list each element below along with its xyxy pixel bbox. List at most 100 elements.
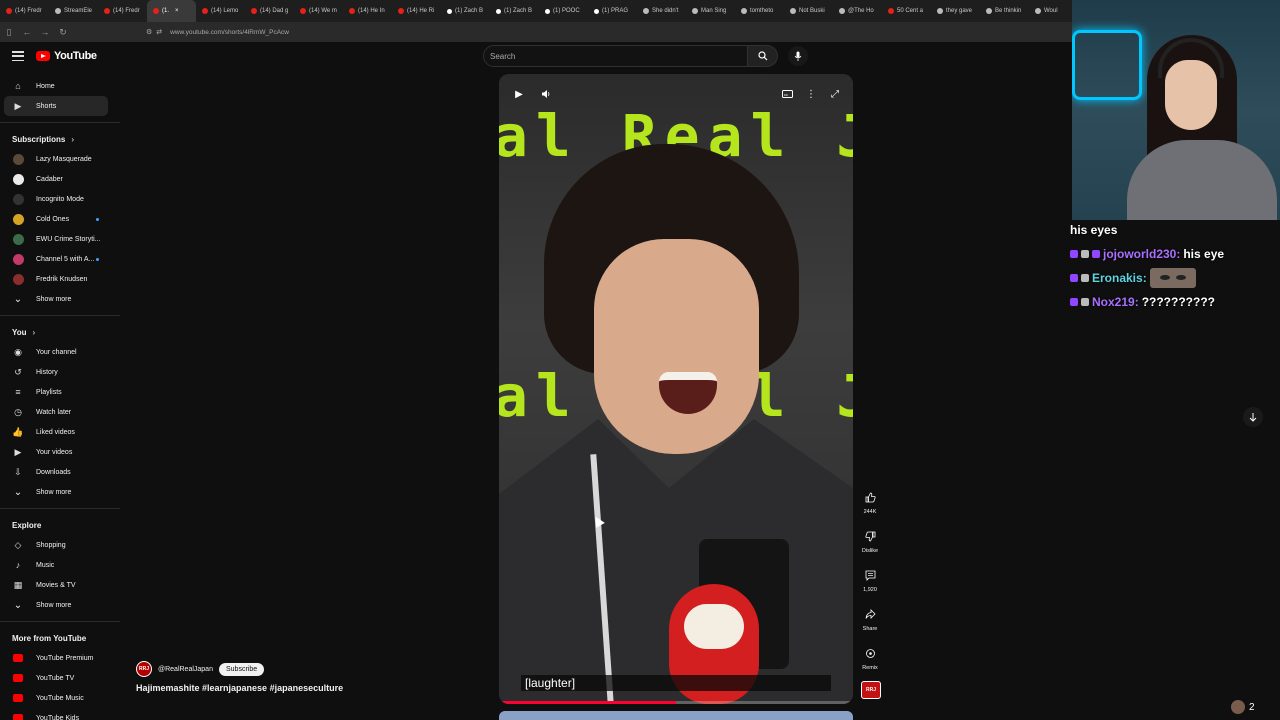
next-video-button[interactable] (1243, 407, 1263, 427)
forward-icon[interactable]: → (36, 27, 54, 37)
video-progress-bar[interactable] (499, 701, 853, 704)
sidebar-item[interactable]: Fredrik Knudsen (0, 269, 120, 289)
play-button[interactable]: ▶ (509, 84, 529, 104)
sidebar-item[interactable]: ◷ Watch later (0, 402, 120, 422)
tab-label: She didn't (652, 8, 679, 14)
browser-tab[interactable]: (14) Fredr (0, 0, 49, 22)
browser-tab[interactable]: (14) He Ri (392, 0, 441, 22)
browser-tab[interactable]: (1) POOC (539, 0, 588, 22)
next-short-preview[interactable] (499, 711, 853, 720)
browser-tab[interactable]: (14) Dad g (245, 0, 294, 22)
browser-tab[interactable]: (14) We m (294, 0, 343, 22)
channel-avatar[interactable]: RRJ (136, 661, 152, 677)
sidebar-item-label: Your videos (36, 448, 73, 456)
sidebar-item[interactable]: YouTube TV (0, 668, 120, 688)
sidebar-item[interactable]: 👍 Liked videos (0, 422, 120, 442)
sidebar-item[interactable]: Lazy Masquerade (0, 149, 120, 169)
sidebar-item[interactable]: Cadaber (0, 169, 120, 189)
sidebar-item[interactable]: ♪ Music (0, 555, 120, 575)
remix-button[interactable] (859, 644, 881, 662)
chat-username[interactable]: Nox219: (1092, 295, 1139, 309)
subscriptions-header[interactable]: Subscriptions › (0, 129, 120, 149)
show-more-button[interactable]: ⌄ Show more (0, 289, 120, 309)
youtube-app-icon (12, 712, 24, 720)
sidebar-item[interactable]: YouTube Music (0, 688, 120, 708)
back-icon[interactable]: ← (18, 27, 36, 37)
shorts-video-player[interactable]: al Real Jap al Real Jap ▶ cc ⋮ ⤢ [laught… (499, 74, 853, 704)
search-input[interactable]: Search (483, 45, 748, 67)
browser-tab[interactable]: (14) He In (343, 0, 392, 22)
fullscreen-button[interactable]: ⤢ (825, 84, 845, 104)
sidebar-item[interactable]: ▶ Your videos (0, 442, 120, 462)
tab-close-icon[interactable]: × (175, 8, 179, 14)
sidebar-item[interactable]: ◉ Your channel (0, 342, 120, 362)
download-icon: ⇩ (14, 466, 22, 477)
you-header[interactable]: You › (0, 322, 120, 342)
sidebar-item[interactable]: YouTube Premium (0, 648, 120, 668)
video-title[interactable]: Hajimemashite #learnjapanese #japanesecu… (136, 683, 343, 693)
more-from-youtube-header[interactable]: More from YouTube (0, 628, 120, 648)
browser-tab[interactable]: (1) PRAG (588, 0, 637, 22)
browser-tab[interactable]: StreamEle (49, 0, 98, 22)
shorts-icon: ▶ (14, 100, 22, 111)
site-info-icon[interactable]: ⚙ (146, 28, 152, 36)
sidebar-item[interactable]: ⌂ Home (0, 76, 120, 96)
sidebar-item-label: Movies & TV (36, 581, 76, 589)
browser-tab[interactable]: She didn't (637, 0, 686, 22)
reload-icon[interactable]: ↻ (54, 27, 72, 38)
comments-button[interactable] (859, 566, 881, 584)
url-field[interactable]: www.youtube.com/shorts/4lRmW_PcAcw (170, 29, 289, 36)
sidebar-item[interactable]: ↺ History (0, 362, 120, 382)
dislike-button[interactable] (859, 527, 881, 545)
sidebar-item[interactable]: ◇ Shopping (0, 535, 120, 555)
sidebar-divider (0, 315, 120, 316)
share-button[interactable] (859, 605, 881, 623)
youtube-logo[interactable]: YouTube (36, 50, 97, 62)
browser-tab[interactable]: (1) Zach B (490, 0, 539, 22)
browser-tab[interactable]: (1) Zach B (441, 0, 490, 22)
sidebar-item[interactable]: EWU Crime Storyti... (0, 229, 120, 249)
explore-header[interactable]: Explore (0, 515, 120, 535)
chat-message: his eyes (1070, 218, 1280, 242)
sidebar-item[interactable]: YouTube Kids (0, 708, 120, 720)
sidebar-item[interactable]: ⇩ Downloads (0, 462, 120, 482)
show-more-button[interactable]: ⌄ Show more (0, 595, 120, 615)
like-button[interactable] (859, 488, 881, 506)
show-more-button[interactable]: ⌄ Show more (0, 482, 120, 502)
play-icon: ▶ (14, 446, 22, 457)
channel-avatar-icon (12, 173, 24, 185)
browser-tab[interactable]: they gave (931, 0, 980, 22)
sidebar-item[interactable]: ≡ Playlists (0, 382, 120, 402)
browser-tab[interactable]: tomtheto (735, 0, 784, 22)
sidebar-item[interactable]: Channel 5 with A... (0, 249, 120, 269)
browser-tab[interactable]: (14) Lemo (196, 0, 245, 22)
subscriptions-header-label: Subscriptions (12, 134, 66, 144)
browser-tab[interactable]: Man Sing (686, 0, 735, 22)
chat-username[interactable]: Eronakis: (1092, 271, 1147, 285)
subscribe-button[interactable]: Subscribe (218, 662, 265, 676)
sidebar-item[interactable]: Incognito Mode (0, 189, 120, 209)
channel-handle[interactable]: @RealRealJapan (158, 666, 213, 673)
browser-tab[interactable]: @The Ho (833, 0, 882, 22)
voice-search-button[interactable] (788, 46, 808, 66)
browser-tab[interactable]: Not Buski (784, 0, 833, 22)
browser-tab[interactable]: (1. × (147, 0, 196, 22)
browser-tab[interactable]: Be thinkin (980, 0, 1029, 22)
browser-tab[interactable]: Woul (1029, 0, 1072, 22)
sidebar-item[interactable]: ▦ Movies & TV (0, 575, 120, 595)
sidebar-item[interactable]: ▶ Shorts (4, 96, 108, 116)
browser-tab[interactable]: (14) Fredr (98, 0, 147, 22)
sidebar-item[interactable]: Cold Ones (0, 209, 120, 229)
more-options-button[interactable]: ⋮ (801, 84, 821, 104)
volume-button[interactable] (536, 84, 556, 104)
sidebar-toggle-icon[interactable]: ▯ (0, 27, 18, 38)
sidebar-item-label: Fredrik Knudsen (36, 275, 88, 283)
menu-icon[interactable] (12, 51, 24, 61)
chat-username[interactable]: jojoworld230: (1103, 247, 1180, 261)
captions-button[interactable]: cc (777, 84, 797, 104)
tab-favicon-icon (741, 8, 747, 14)
connection-icon[interactable]: ⇄ (156, 28, 162, 36)
sound-channel-avatar[interactable]: RRJ (861, 681, 881, 699)
browser-tab[interactable]: 50 Cent a (882, 0, 931, 22)
search-button[interactable] (748, 45, 778, 67)
